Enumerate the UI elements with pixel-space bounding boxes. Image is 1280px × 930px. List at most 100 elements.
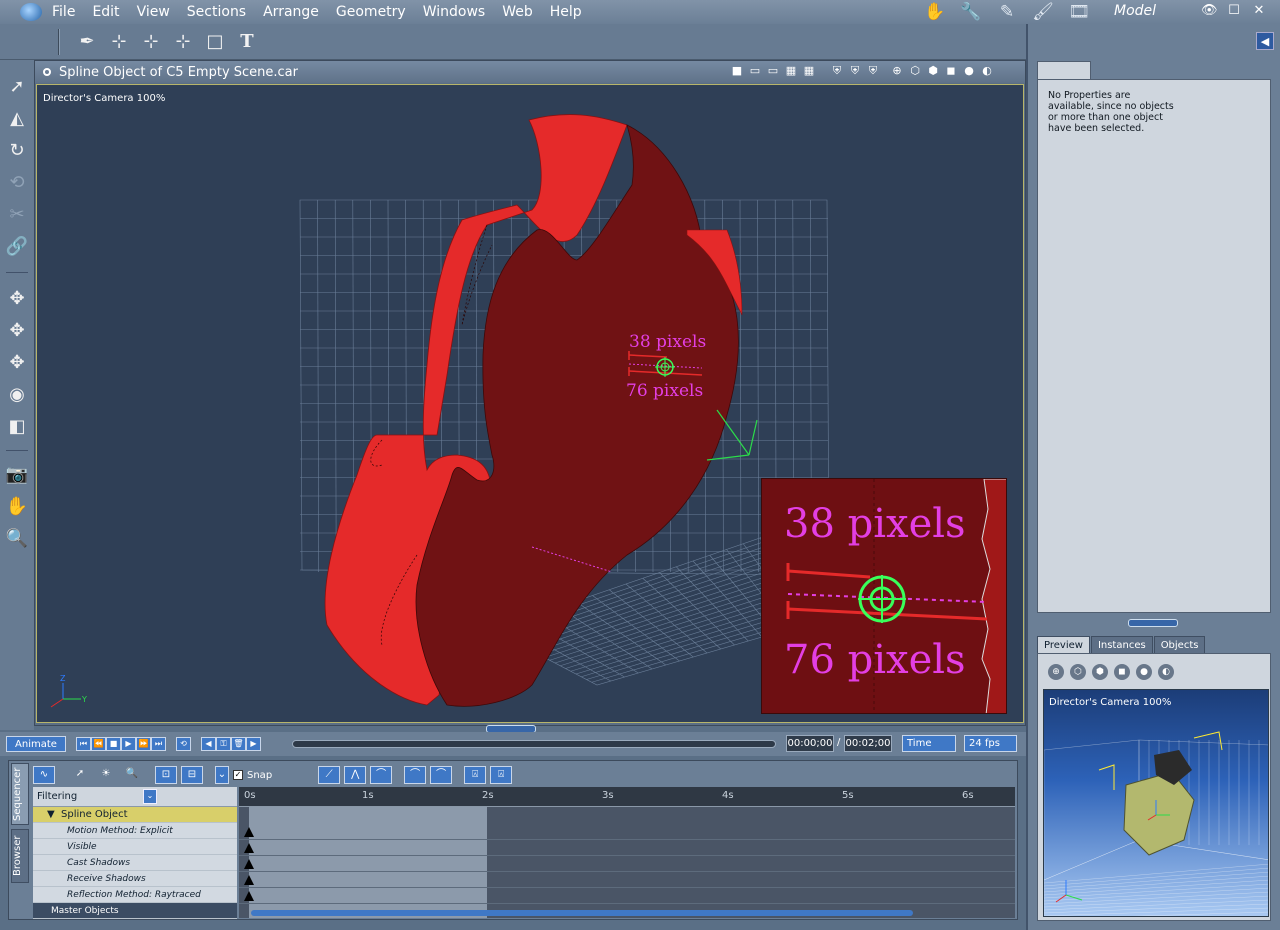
single-view-icon[interactable]: ■ bbox=[730, 64, 744, 78]
track-row[interactable]: Visible bbox=[33, 839, 237, 855]
pen-tool-icon[interactable]: ✒ bbox=[74, 29, 100, 55]
keyframe-marker[interactable] bbox=[244, 843, 254, 853]
properties-tab[interactable] bbox=[1037, 61, 1091, 81]
track-row[interactable]: Motion Method: Explicit bbox=[33, 823, 237, 839]
keyframe-marker[interactable] bbox=[244, 875, 254, 885]
twist-tool-icon[interactable]: ⟲ bbox=[4, 170, 30, 196]
menu-windows[interactable]: Windows bbox=[423, 4, 486, 20]
bounding-box-icon[interactable]: ⬡ bbox=[908, 64, 922, 78]
three-view-icon[interactable]: ▭ bbox=[766, 64, 780, 78]
prev-key-icon[interactable]: ◀ bbox=[201, 737, 216, 751]
fit-view-icon[interactable]: ⊡ bbox=[155, 766, 177, 784]
menu-edit[interactable]: Edit bbox=[92, 4, 119, 20]
menu-view[interactable]: View bbox=[137, 4, 170, 20]
time-mode-dropdown[interactable]: Time bbox=[902, 735, 956, 752]
tab-preview[interactable]: Preview bbox=[1037, 636, 1090, 653]
key-after-icon[interactable]: ⍓ bbox=[490, 766, 513, 784]
keyframe-marker[interactable] bbox=[244, 827, 254, 837]
curve-linear-icon[interactable]: ⟋ bbox=[318, 766, 341, 784]
move-xz-icon[interactable]: ✥ bbox=[4, 318, 30, 344]
stop-icon[interactable]: ■ bbox=[106, 737, 121, 751]
convert-point-icon[interactable]: ⊹ bbox=[170, 29, 196, 55]
collapse-panel-icon[interactable]: ◀ bbox=[1256, 32, 1274, 50]
3d-viewport[interactable]: 38 pixels 76 pixels Z Y Director's Camer… bbox=[36, 84, 1024, 723]
solid-cube-icon[interactable]: ◼ bbox=[944, 64, 958, 78]
go-to-start-icon[interactable]: ⏮ bbox=[76, 737, 91, 751]
panel-splitter[interactable] bbox=[1128, 619, 1178, 627]
shaded-sphere-icon[interactable]: ● bbox=[1136, 664, 1152, 680]
text-tool-icon[interactable]: T bbox=[234, 29, 260, 55]
menu-sections[interactable]: Sections bbox=[187, 4, 246, 20]
end-time-field[interactable]: 00:02;00 bbox=[844, 735, 892, 752]
track-object-row[interactable]: ▼ Spline Object bbox=[33, 807, 237, 823]
master-objects-row[interactable]: Master Objects bbox=[33, 903, 237, 919]
hand-pan-icon[interactable]: ✋ bbox=[4, 494, 30, 520]
fit-range-icon[interactable]: ⊟ bbox=[181, 766, 203, 784]
play-icon[interactable]: ▶ bbox=[121, 737, 136, 751]
add-point-icon[interactable]: ⊹ bbox=[106, 29, 132, 55]
shield-render-icon[interactable]: ⛨ bbox=[830, 64, 844, 78]
orbit-icon[interactable]: ⊕ bbox=[1048, 664, 1064, 680]
tab-instances[interactable]: Instances bbox=[1090, 636, 1153, 653]
eye-icon[interactable]: 👁 bbox=[1201, 3, 1218, 18]
four-view-icon[interactable]: ▦ bbox=[784, 64, 798, 78]
menu-help[interactable]: Help bbox=[550, 4, 582, 20]
wireframe-icon[interactable]: ⬢ bbox=[926, 64, 940, 78]
delete-key-icon[interactable]: 🗑 bbox=[231, 737, 246, 751]
orbit-icon[interactable]: ⊕ bbox=[890, 64, 904, 78]
window-close-icon[interactable] bbox=[43, 68, 51, 76]
film-room-icon[interactable]: 🎞 bbox=[1066, 3, 1092, 21]
preview-viewport[interactable]: Director's Camera 100% bbox=[1043, 689, 1269, 917]
tab-browser[interactable]: Browser bbox=[11, 829, 29, 883]
options-dropdown-icon[interactable]: ⌄ bbox=[215, 766, 229, 784]
key-before-icon[interactable]: ⍓ bbox=[464, 766, 487, 784]
toolbar-grip[interactable] bbox=[58, 28, 60, 55]
move-xy-icon[interactable]: ✥ bbox=[4, 286, 30, 312]
shield-render-2-icon[interactable]: ⛨ bbox=[848, 64, 862, 78]
sequencer-timeline[interactable]: 0s 1s 2s 3s 4s 5s 6s bbox=[239, 787, 1015, 918]
maximize-icon[interactable]: ☐ bbox=[1226, 3, 1242, 18]
direct-select-icon[interactable]: ◭ bbox=[4, 106, 30, 132]
tab-sequencer[interactable]: Sequencer bbox=[11, 763, 29, 825]
zoom-icon[interactable]: 🔍 bbox=[4, 526, 30, 552]
camera-icon[interactable]: 📷 bbox=[4, 462, 30, 488]
two-view-icon[interactable]: ▭ bbox=[748, 64, 762, 78]
document-title-bar[interactable]: Spline Object of C5 Empty Scene.car ■ ▭ … bbox=[35, 61, 1025, 83]
select-arrow-icon[interactable]: ➚ bbox=[69, 766, 91, 784]
menu-file[interactable]: File bbox=[52, 4, 75, 20]
fps-dropdown[interactable]: 24 fps bbox=[964, 735, 1017, 752]
scale-tool-icon[interactable]: ◧ bbox=[4, 414, 30, 440]
fast-forward-icon[interactable]: ⏩ bbox=[136, 737, 151, 751]
current-time-field[interactable]: 00:00;00 bbox=[786, 735, 834, 752]
select-arrow-icon[interactable]: ➚ bbox=[4, 74, 30, 100]
bend-tool-icon[interactable]: ✂ bbox=[4, 202, 30, 228]
trackball-icon[interactable]: ◉ bbox=[4, 382, 30, 408]
light-icon[interactable]: ☀ bbox=[95, 766, 117, 784]
curve-in-icon[interactable]: ⌒ bbox=[404, 766, 427, 784]
active-time-range[interactable] bbox=[249, 807, 487, 918]
menu-geometry[interactable]: Geometry bbox=[336, 4, 406, 20]
graph-editor-icon[interactable]: ∿ bbox=[33, 766, 55, 784]
loop-icon[interactable]: ⟲ bbox=[176, 737, 191, 751]
textured-sphere-icon[interactable]: ◐ bbox=[1158, 664, 1174, 680]
track-row[interactable]: Reflection Method: Raytraced bbox=[33, 887, 237, 903]
timeline-scrollbar[interactable] bbox=[251, 910, 913, 916]
shield-render-3-icon[interactable]: ⛨ bbox=[866, 64, 880, 78]
pencil-room-icon[interactable]: ✎ bbox=[994, 3, 1020, 21]
snap-checkbox[interactable]: ✓ bbox=[233, 770, 243, 780]
zoom-icon[interactable]: 🔍 bbox=[121, 766, 143, 784]
tab-objects[interactable]: Objects bbox=[1153, 636, 1206, 653]
curve-smooth-icon[interactable]: ⌒ bbox=[370, 766, 393, 784]
textured-sphere-icon[interactable]: ◐ bbox=[980, 64, 994, 78]
wrench-room-icon[interactable]: 🔧 bbox=[958, 3, 984, 21]
go-to-end-icon[interactable]: ⏭ bbox=[151, 737, 166, 751]
animate-button[interactable]: Animate bbox=[6, 736, 66, 752]
filter-chevron-icon[interactable]: ⌄ bbox=[143, 789, 157, 804]
curve-out-icon[interactable]: ⌒ bbox=[430, 766, 453, 784]
link-tool-icon[interactable]: 🔗 bbox=[4, 234, 30, 260]
quad-view-icon[interactable]: ▦ bbox=[802, 64, 816, 78]
rotate-tool-icon[interactable]: ↻ bbox=[4, 138, 30, 164]
app-logo-icon[interactable] bbox=[20, 3, 42, 21]
filtering-dropdown[interactable]: Filtering ⌄ bbox=[33, 787, 237, 807]
track-row[interactable]: Cast Shadows bbox=[33, 855, 237, 871]
